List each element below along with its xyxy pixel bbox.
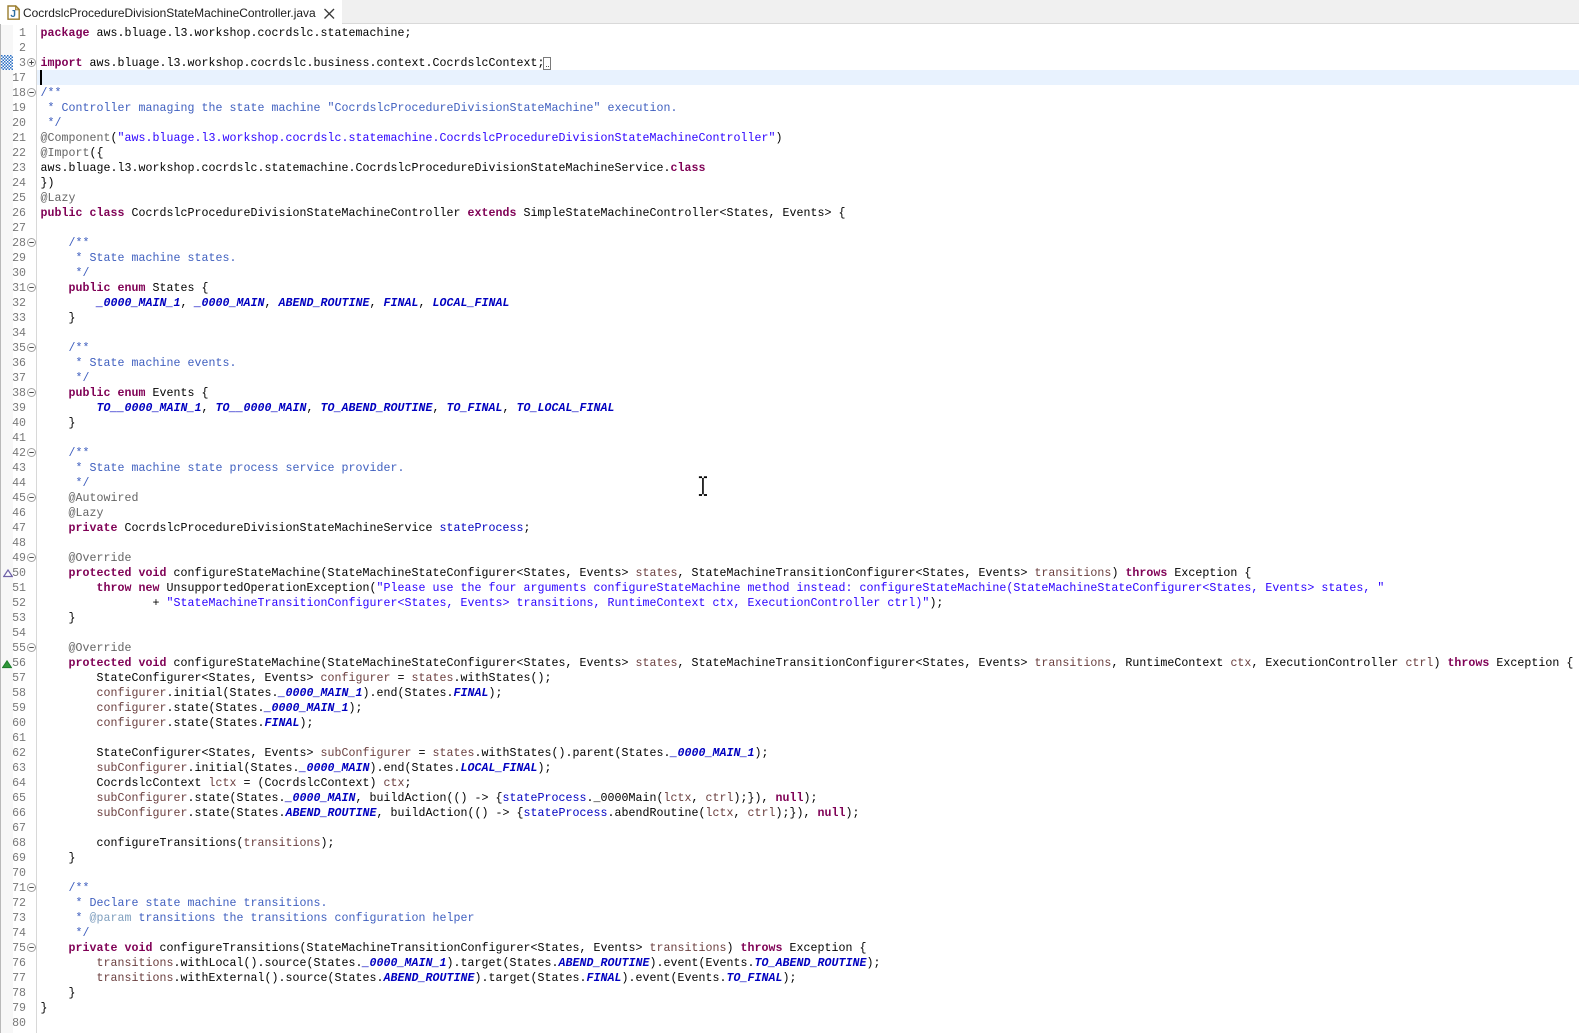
- svg-text:J: J: [10, 9, 16, 20]
